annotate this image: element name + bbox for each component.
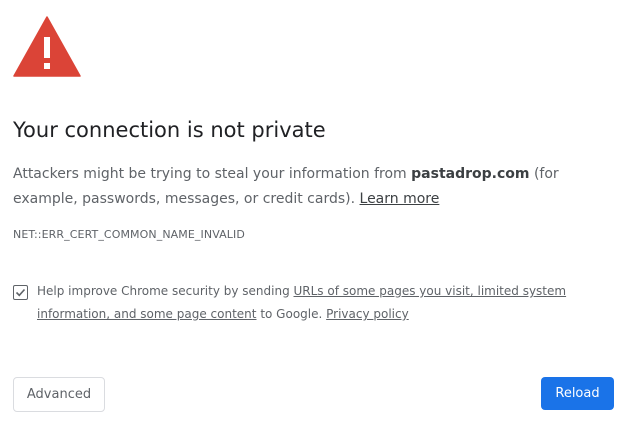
checkmark-icon — [15, 288, 26, 297]
description-prefix: Attackers might be trying to steal your … — [13, 166, 412, 182]
optin-label: Help improve Chrome security by sending … — [37, 280, 597, 326]
optin-text-before: Help improve Chrome security by sending — [37, 284, 294, 298]
reload-button[interactable]: Reload — [541, 377, 614, 410]
learn-more-link[interactable]: Learn more — [360, 191, 440, 207]
warning-triangle-icon — [13, 16, 81, 77]
security-optin: Help improve Chrome security by sending … — [13, 280, 613, 326]
domain-name: pastadrop.com — [411, 166, 530, 182]
error-code: NET::ERR_CERT_COMMON_NAME_INVALID — [13, 228, 245, 241]
advanced-button[interactable]: Advanced — [13, 377, 105, 412]
main-message: Attackers might be trying to steal your … — [13, 162, 613, 212]
page-title: Your connection is not private — [13, 118, 326, 142]
optin-text-after: to Google. — [256, 307, 327, 321]
optin-checkbox[interactable] — [13, 285, 28, 300]
privacy-policy-link[interactable]: Privacy policy — [326, 307, 409, 321]
